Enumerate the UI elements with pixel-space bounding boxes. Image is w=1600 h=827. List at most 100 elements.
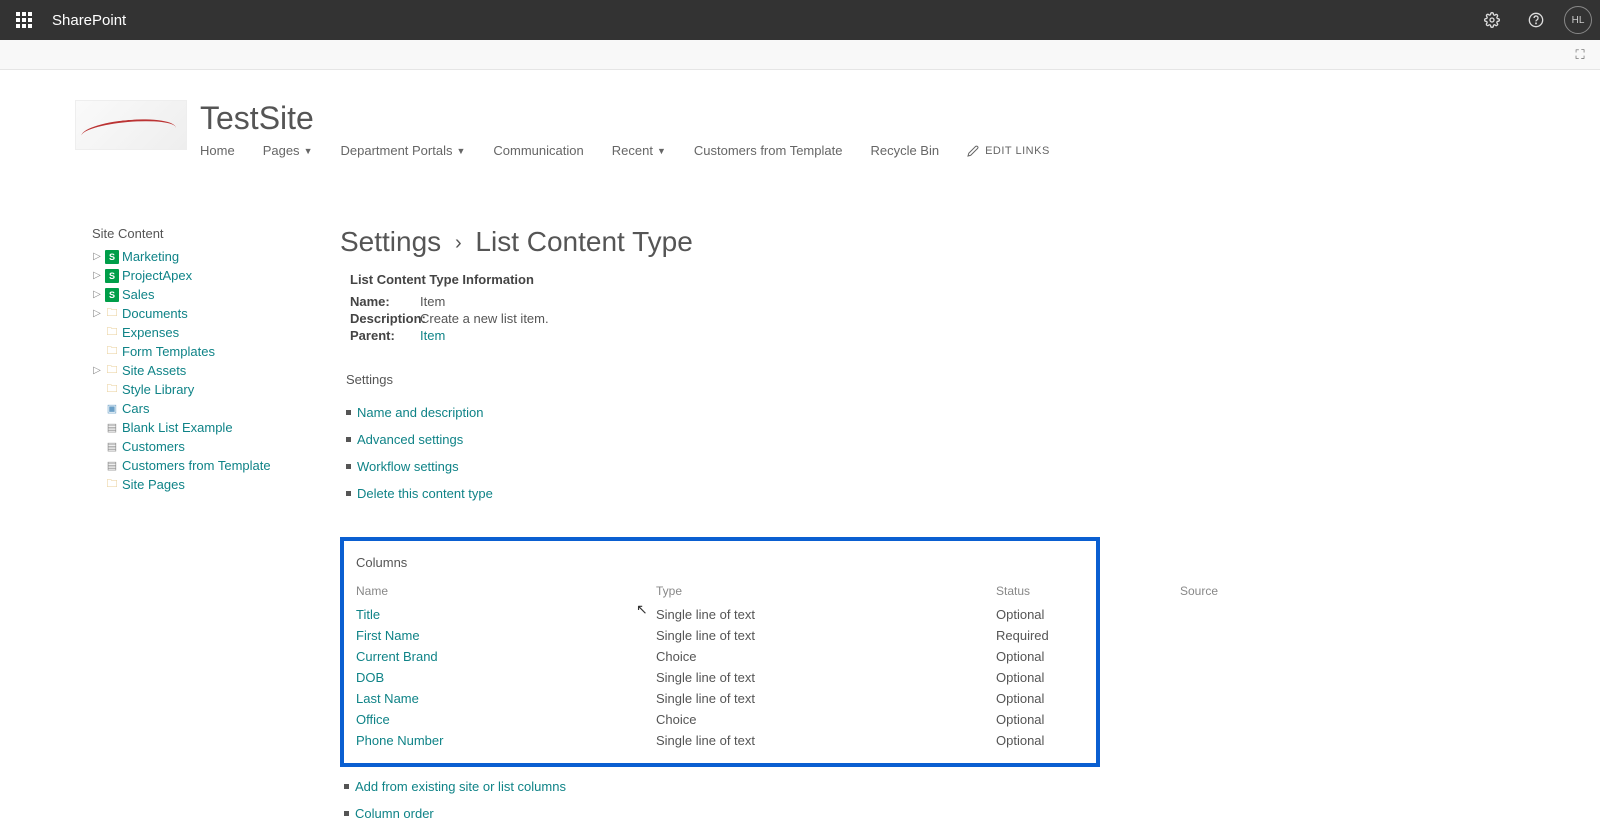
tree-item-blank-list-example[interactable]: ▤Blank List Example (92, 418, 340, 437)
avatar[interactable]: HL (1564, 6, 1592, 34)
col-header-status: Status (996, 584, 1191, 604)
ct-name-label: Name: (350, 294, 420, 309)
column-link-first-name[interactable]: First Name (356, 628, 420, 643)
link-delete-content-type[interactable]: Delete this content type (357, 486, 493, 501)
chevron-down-icon: ▼ (304, 146, 313, 156)
column-link-last-name[interactable]: Last Name (356, 691, 419, 706)
library-icon: 🗀 (105, 364, 119, 378)
column-status: Required (996, 625, 1191, 646)
library-icon: 🗀 (105, 326, 119, 340)
nav-recycle-bin[interactable]: Recycle Bin (870, 143, 939, 158)
subsite-icon: S (105, 250, 119, 264)
content-type-info-heading: List Content Type Information (350, 272, 1540, 287)
edit-links-button[interactable]: EDIT LINKS (967, 145, 1050, 157)
settings-section-title: Settings (346, 372, 1540, 387)
col-header-type: Type (656, 584, 996, 604)
link-workflow-settings[interactable]: Workflow settings (357, 459, 459, 474)
column-link-phone-number[interactable]: Phone Number (356, 733, 443, 748)
suite-bar: SharePoint HL (0, 0, 1600, 40)
bullet-icon (344, 784, 349, 789)
tree-item-sales[interactable]: ▷SSales (92, 285, 340, 304)
column-type: Single line of text (656, 688, 996, 709)
sidebar-title: Site Content (92, 226, 340, 241)
library-icon: 🗀 (105, 478, 119, 492)
tree-item-form-templates[interactable]: 🗀Form Templates (92, 342, 340, 361)
tree-item-customers-from-template[interactable]: ▤Customers from Template (92, 456, 340, 475)
tree-item-customers[interactable]: ▤Customers (92, 437, 340, 456)
chevron-down-icon: ▼ (456, 146, 465, 156)
pencil-icon (967, 145, 979, 157)
tree-item-site-pages[interactable]: 🗀Site Pages (92, 475, 340, 494)
ct-name-value: Item (420, 294, 445, 309)
list-icon: ▤ (105, 459, 119, 473)
subsite-icon: S (105, 288, 119, 302)
list-icon: ▤ (105, 421, 119, 435)
site-title[interactable]: TestSite (200, 100, 1600, 137)
column-status: Optional (996, 646, 1191, 667)
column-type: Single line of text (656, 625, 996, 646)
ct-desc-value: Create a new list item. (420, 311, 549, 326)
nav-customers-from-template[interactable]: Customers from Template (694, 143, 843, 158)
bullet-icon (346, 410, 351, 415)
ct-parent-link[interactable]: Item (420, 328, 445, 343)
nav-pages[interactable]: Pages▼ (263, 143, 313, 158)
tree-item-style-library[interactable]: 🗀Style Library (92, 380, 340, 399)
nav-department-portals[interactable]: Department Portals▼ (340, 143, 465, 158)
bullet-icon (346, 437, 351, 442)
col-header-name: Name (356, 584, 656, 604)
bullet-icon (346, 491, 351, 496)
tree-item-marketing[interactable]: ▷SMarketing (92, 247, 340, 266)
focus-content-icon[interactable]: ⛶ (1570, 45, 1590, 65)
expand-icon[interactable]: ▷ (92, 251, 102, 262)
library-icon: 🗀 (105, 383, 119, 397)
breadcrumb: Settings › List Content Type (340, 226, 1540, 258)
columns-highlight-box: Columns Name Type Status Source Title Si… (340, 537, 1100, 767)
link-advanced-settings[interactable]: Advanced settings (357, 432, 463, 447)
ribbon-bar: ⛶ (0, 40, 1600, 70)
brand-label[interactable]: SharePoint (52, 12, 126, 29)
main-content: Settings › List Content Type List Conten… (340, 226, 1600, 827)
app-launcher-icon[interactable] (8, 4, 40, 36)
link-add-from-existing[interactable]: Add from existing site or list columns (355, 779, 566, 794)
library-icon: 🗀 (105, 307, 119, 321)
tree-item-cars[interactable]: ▣Cars (92, 399, 340, 418)
column-type: Choice (656, 646, 996, 667)
column-type: Single line of text (656, 604, 996, 625)
site-content-tree: ▷SMarketing ▷SProjectApex ▷SSales ▷🗀Docu… (92, 247, 340, 494)
expand-icon[interactable]: ▷ (92, 308, 102, 319)
column-status: Optional (996, 604, 1191, 625)
tree-item-documents[interactable]: ▷🗀Documents (92, 304, 340, 323)
columns-section-title: Columns (356, 555, 1084, 570)
site-logo[interactable] (75, 100, 187, 150)
settings-gear-icon[interactable] (1476, 4, 1508, 36)
columns-table: Name Type Status Source Title Single lin… (356, 584, 1084, 751)
expand-icon[interactable]: ▷ (92, 365, 102, 376)
bullet-icon (346, 464, 351, 469)
tree-item-site-assets[interactable]: ▷🗀Site Assets (92, 361, 340, 380)
picture-library-icon: ▣ (105, 402, 119, 416)
column-link-title[interactable]: Title (356, 607, 380, 622)
nav-communication[interactable]: Communication (493, 143, 583, 158)
expand-icon[interactable]: ▷ (92, 289, 102, 300)
link-name-description[interactable]: Name and description (357, 405, 483, 420)
column-type: Choice (656, 709, 996, 730)
column-link-current-brand[interactable]: Current Brand (356, 649, 438, 664)
breadcrumb-settings[interactable]: Settings (340, 226, 441, 257)
nav-home[interactable]: Home (200, 143, 235, 158)
subsite-icon: S (105, 269, 119, 283)
column-type: Single line of text (656, 730, 996, 751)
column-link-office[interactable]: Office (356, 712, 390, 727)
help-icon[interactable] (1520, 4, 1552, 36)
column-link-dob[interactable]: DOB (356, 670, 384, 685)
breadcrumb-current: List Content Type (475, 226, 692, 257)
nav-recent[interactable]: Recent▼ (612, 143, 666, 158)
tree-item-expenses[interactable]: 🗀Expenses (92, 323, 340, 342)
link-column-order[interactable]: Column order (355, 806, 434, 821)
expand-icon[interactable]: ▷ (92, 270, 102, 281)
column-status: Optional (996, 688, 1191, 709)
tree-item-projectapex[interactable]: ▷SProjectApex (92, 266, 340, 285)
left-sidebar: Site Content ▷SMarketing ▷SProjectApex ▷… (0, 226, 340, 827)
chevron-down-icon: ▼ (657, 146, 666, 156)
column-status: Optional (996, 709, 1191, 730)
column-status: Optional (996, 730, 1191, 751)
